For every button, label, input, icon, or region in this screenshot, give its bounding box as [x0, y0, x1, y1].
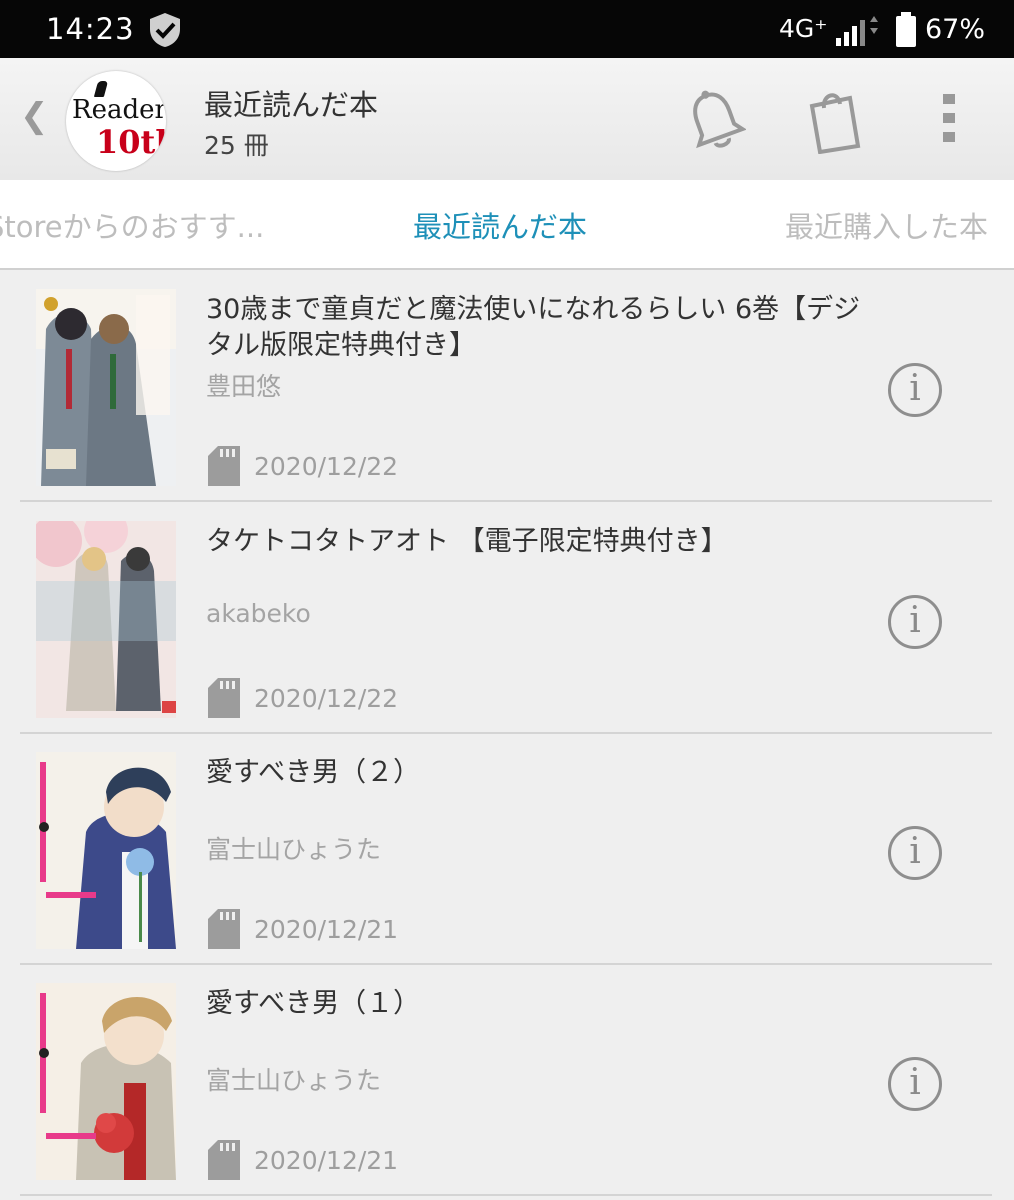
battery-icon — [896, 12, 916, 47]
info-icon[interactable]: i — [888, 595, 942, 649]
book-author: akabeko — [206, 599, 311, 628]
book-list-item[interactable]: タケトコタトアオト 【電子限定特典付き】 akabeko 2020/12/22 … — [20, 504, 992, 734]
battery-percent: 67% — [925, 14, 986, 45]
reader-logo[interactable]: Reader 10th — [66, 71, 166, 171]
info-icon[interactable]: i — [888, 363, 942, 417]
book-author: 富士山ひょうた — [206, 1066, 382, 1095]
book-list-item[interactable]: 30歳まで童貞だと魔法使いになれるらしい 6巻【デジタル版限定特典付き】 豊田悠… — [20, 272, 992, 502]
read-date: 2020/12/21 — [254, 915, 399, 944]
sd-card-icon — [208, 446, 240, 486]
book-author: 富士山ひょうた — [206, 835, 382, 864]
book-list-item[interactable]: 愛すべき男（１） 富士山ひょうた 2020/12/21 i — [20, 966, 992, 1196]
sd-card-icon — [208, 1140, 240, 1180]
book-author: 豊田悠 — [206, 372, 282, 401]
bell-icon[interactable] — [684, 88, 746, 154]
book-count: 25 冊 — [204, 131, 269, 160]
info-icon[interactable]: i — [888, 826, 942, 880]
back-chevron-icon[interactable]: ❮ — [20, 96, 49, 136]
read-date: 2020/12/22 — [254, 452, 399, 481]
book-title: 愛すべき男（１） — [206, 988, 421, 1019]
info-icon[interactable]: i — [888, 1057, 942, 1111]
book-cover[interactable] — [36, 289, 176, 486]
logo-badge: 10th — [96, 123, 166, 161]
sd-card-icon — [208, 909, 240, 949]
read-date: 2020/12/21 — [254, 1146, 399, 1175]
shield-check-icon — [150, 13, 180, 47]
book-title: タケトコタトアオト 【電子限定特典付き】 — [206, 526, 728, 557]
tab-recently-purchased[interactable]: 最近購入した本 — [785, 204, 988, 246]
status-bar: 14:23 4G⁺ 67% — [0, 0, 1014, 58]
app-bar: ❮ Reader 10th 最近読んだ本 25 冊 — [0, 58, 1014, 180]
book-list-item[interactable]: 愛すべき男（２） 富士山ひょうた 2020/12/21 i — [20, 735, 992, 965]
book-cover[interactable] — [36, 521, 176, 718]
page-title: 最近読んだ本 — [204, 88, 379, 122]
tab-store-recommendations[interactable]: Storeからのおすす... — [0, 204, 264, 246]
sd-card-icon — [208, 678, 240, 718]
more-vert-icon[interactable] — [934, 88, 964, 148]
status-time: 14:23 — [46, 12, 135, 46]
book-title: 愛すべき男（２） — [206, 757, 421, 788]
signal-icon — [836, 16, 878, 46]
tab-bar: Storeからのおすす... 最近読んだ本 最近購入した本 — [0, 180, 1014, 270]
network-type: 4G⁺ — [779, 14, 828, 43]
logo-text: Reader — [72, 95, 166, 125]
read-date: 2020/12/22 — [254, 684, 399, 713]
shopping-bag-icon[interactable] — [806, 88, 864, 154]
book-cover[interactable] — [36, 752, 176, 949]
book-title: 30歳まで童貞だと魔法使いになれるらしい 6巻【デジタル版限定特典付き】 — [206, 294, 861, 361]
tab-recently-read[interactable]: 最近読んだ本 — [413, 204, 587, 246]
book-cover[interactable] — [36, 983, 176, 1180]
